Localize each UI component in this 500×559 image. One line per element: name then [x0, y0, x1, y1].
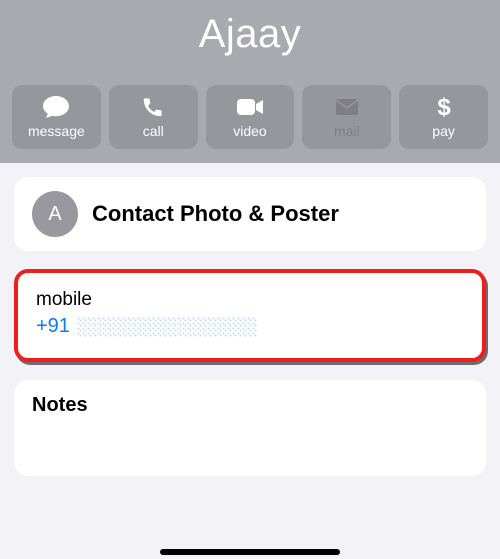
message-button[interactable]: message [12, 85, 101, 149]
phone-number-card[interactable]: mobile +91 [14, 269, 486, 362]
phone-number-redacted [76, 316, 256, 338]
mail-label: mail [334, 123, 360, 139]
mail-icon [335, 95, 359, 119]
dollar-icon: $ [437, 95, 451, 119]
phone-number-line: +91 [36, 315, 464, 338]
notes-title: Notes [32, 394, 468, 417]
svg-text:$: $ [437, 95, 451, 119]
video-icon [236, 95, 264, 119]
mail-button: mail [302, 85, 391, 149]
contact-photo-poster-row[interactable]: A Contact Photo & Poster [14, 177, 486, 251]
video-button[interactable]: video [206, 85, 295, 149]
quick-actions-row: message call video mail $ pay [12, 85, 488, 149]
home-indicator[interactable] [160, 549, 340, 555]
phone-prefix: +91 [36, 315, 70, 338]
contact-name: Ajaay [12, 12, 488, 57]
phone-type-label: mobile [36, 289, 464, 311]
notes-card[interactable]: Notes [14, 380, 486, 476]
pay-label: pay [432, 123, 455, 139]
phone-icon [142, 95, 164, 119]
call-button[interactable]: call [109, 85, 198, 149]
content-area: A Contact Photo & Poster mobile +91 Note… [0, 163, 500, 508]
contact-photo-poster-label: Contact Photo & Poster [92, 201, 339, 227]
video-label: video [233, 123, 266, 139]
contact-header: Ajaay message call video mail [0, 0, 500, 163]
avatar: A [32, 191, 78, 237]
message-icon [42, 95, 70, 119]
call-label: call [143, 123, 164, 139]
message-label: message [28, 123, 85, 139]
pay-button[interactable]: $ pay [399, 85, 488, 149]
